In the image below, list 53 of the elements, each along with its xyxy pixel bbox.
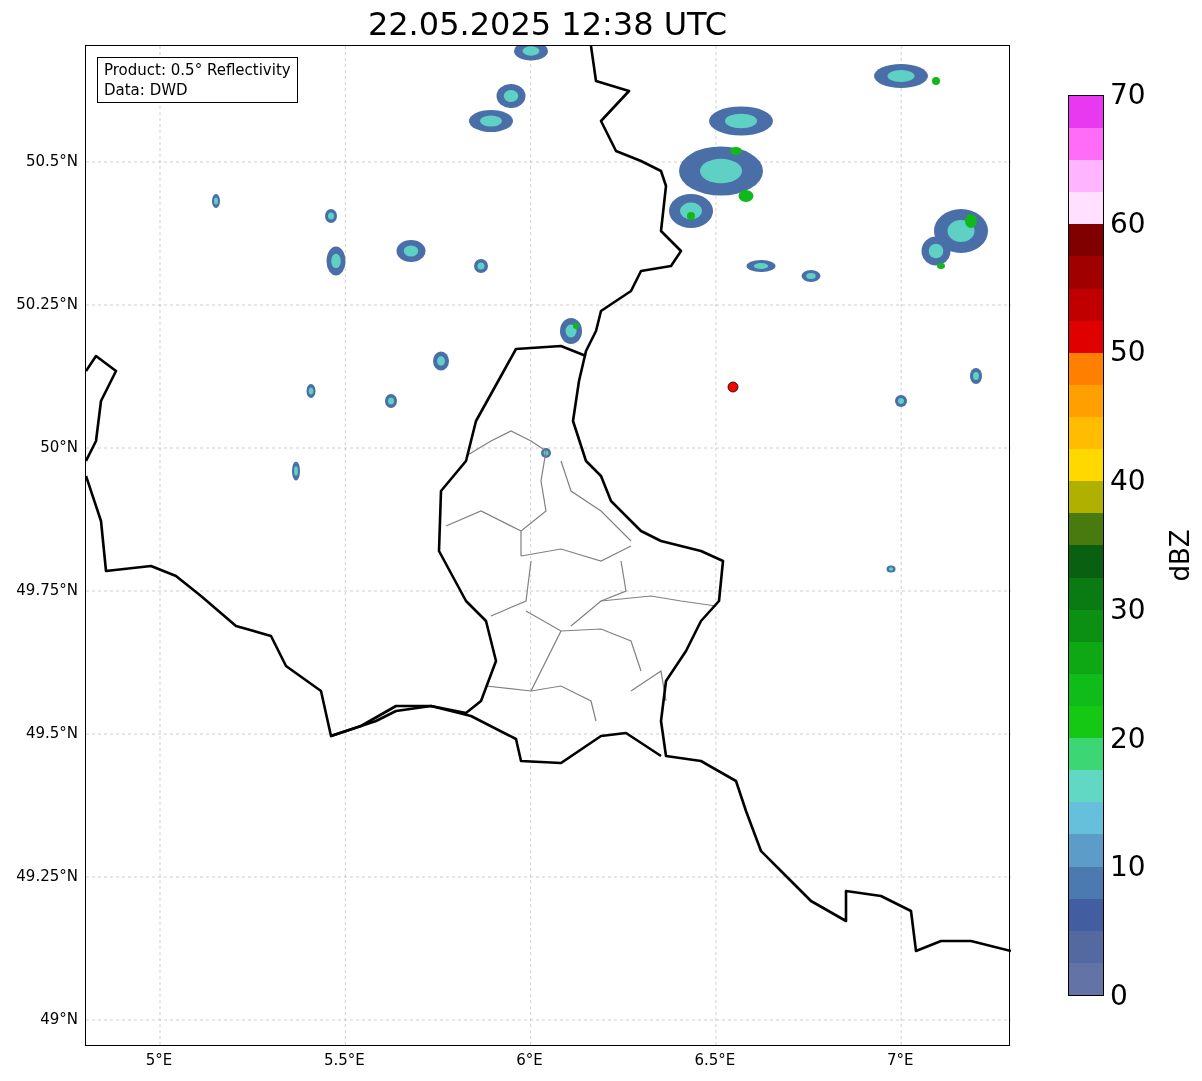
radar-echo: [874, 64, 928, 88]
longitude-label: 5.5°E: [322, 1051, 366, 1069]
radar-echo: [560, 318, 582, 344]
latitude-label: 50.25°N: [16, 295, 78, 313]
radar-echo: [469, 110, 513, 132]
latitude-label: 50°N: [40, 438, 78, 456]
radar-echo: [326, 246, 346, 276]
longitude-label: 7°E: [885, 1051, 915, 1069]
radar-echo: [433, 351, 449, 371]
colorbar-label: dBZ: [1163, 530, 1196, 580]
longitude-label: 6°E: [515, 1051, 544, 1069]
latitude-label: 49.25°N: [16, 867, 78, 885]
radar-echo: [212, 194, 220, 208]
longitude-label: 6.5°E: [693, 1051, 737, 1069]
radar-echo: [709, 106, 773, 136]
latitude-label: 50.5°N: [25, 152, 78, 170]
colorbar-tick-label: 0: [1110, 980, 1128, 1012]
chart-title: 22.05.2025 12:38 UTC: [366, 4, 729, 44]
radar-echo-core: [730, 147, 742, 155]
radar-echo: [970, 368, 982, 384]
latitude-label: 49°N: [40, 1010, 78, 1028]
colorbar-tick-label: 50: [1110, 336, 1146, 369]
radar-echo-core: [573, 323, 579, 329]
radar-site-marker: [727, 381, 739, 393]
radar-echo: [895, 395, 907, 407]
colorbar-tick-label: 70: [1110, 79, 1146, 111]
radar-echo: [385, 394, 397, 408]
longitude-label: 5°E: [144, 1051, 174, 1069]
colorbar-tick-label: 20: [1110, 722, 1146, 755]
latitude-label: 49.5°N: [25, 724, 78, 742]
radar-echo-core: [932, 77, 940, 85]
radar-echo: [541, 448, 551, 458]
colorbar-tick-label: 30: [1110, 593, 1146, 626]
radar-echo: [746, 260, 776, 272]
legend-text: Product: 0.5° Reflectivity: [104, 60, 291, 80]
radar-echo: [474, 259, 488, 273]
radar-echo-core: [738, 190, 754, 202]
colorbar-tick-label: 40: [1110, 465, 1146, 498]
radar-echo-core: [937, 263, 945, 269]
radar-echo: [396, 240, 426, 262]
radar-echo: [886, 565, 896, 573]
latitude-label: 49.75°N: [16, 581, 78, 599]
radar-echo: [514, 46, 548, 61]
radar-echo: [292, 461, 300, 481]
radar-echo: [801, 270, 821, 282]
radar-echo: [325, 209, 337, 223]
radar-echo: [496, 84, 526, 108]
colorbar-tick-label: 60: [1110, 207, 1146, 240]
legend-text: Data: DWD: [104, 80, 189, 100]
radar-echo: [306, 384, 316, 398]
colorbar-tick-label: 10: [1110, 851, 1146, 884]
radar-echo-core: [965, 214, 977, 228]
radar-echo-core: [687, 212, 695, 220]
